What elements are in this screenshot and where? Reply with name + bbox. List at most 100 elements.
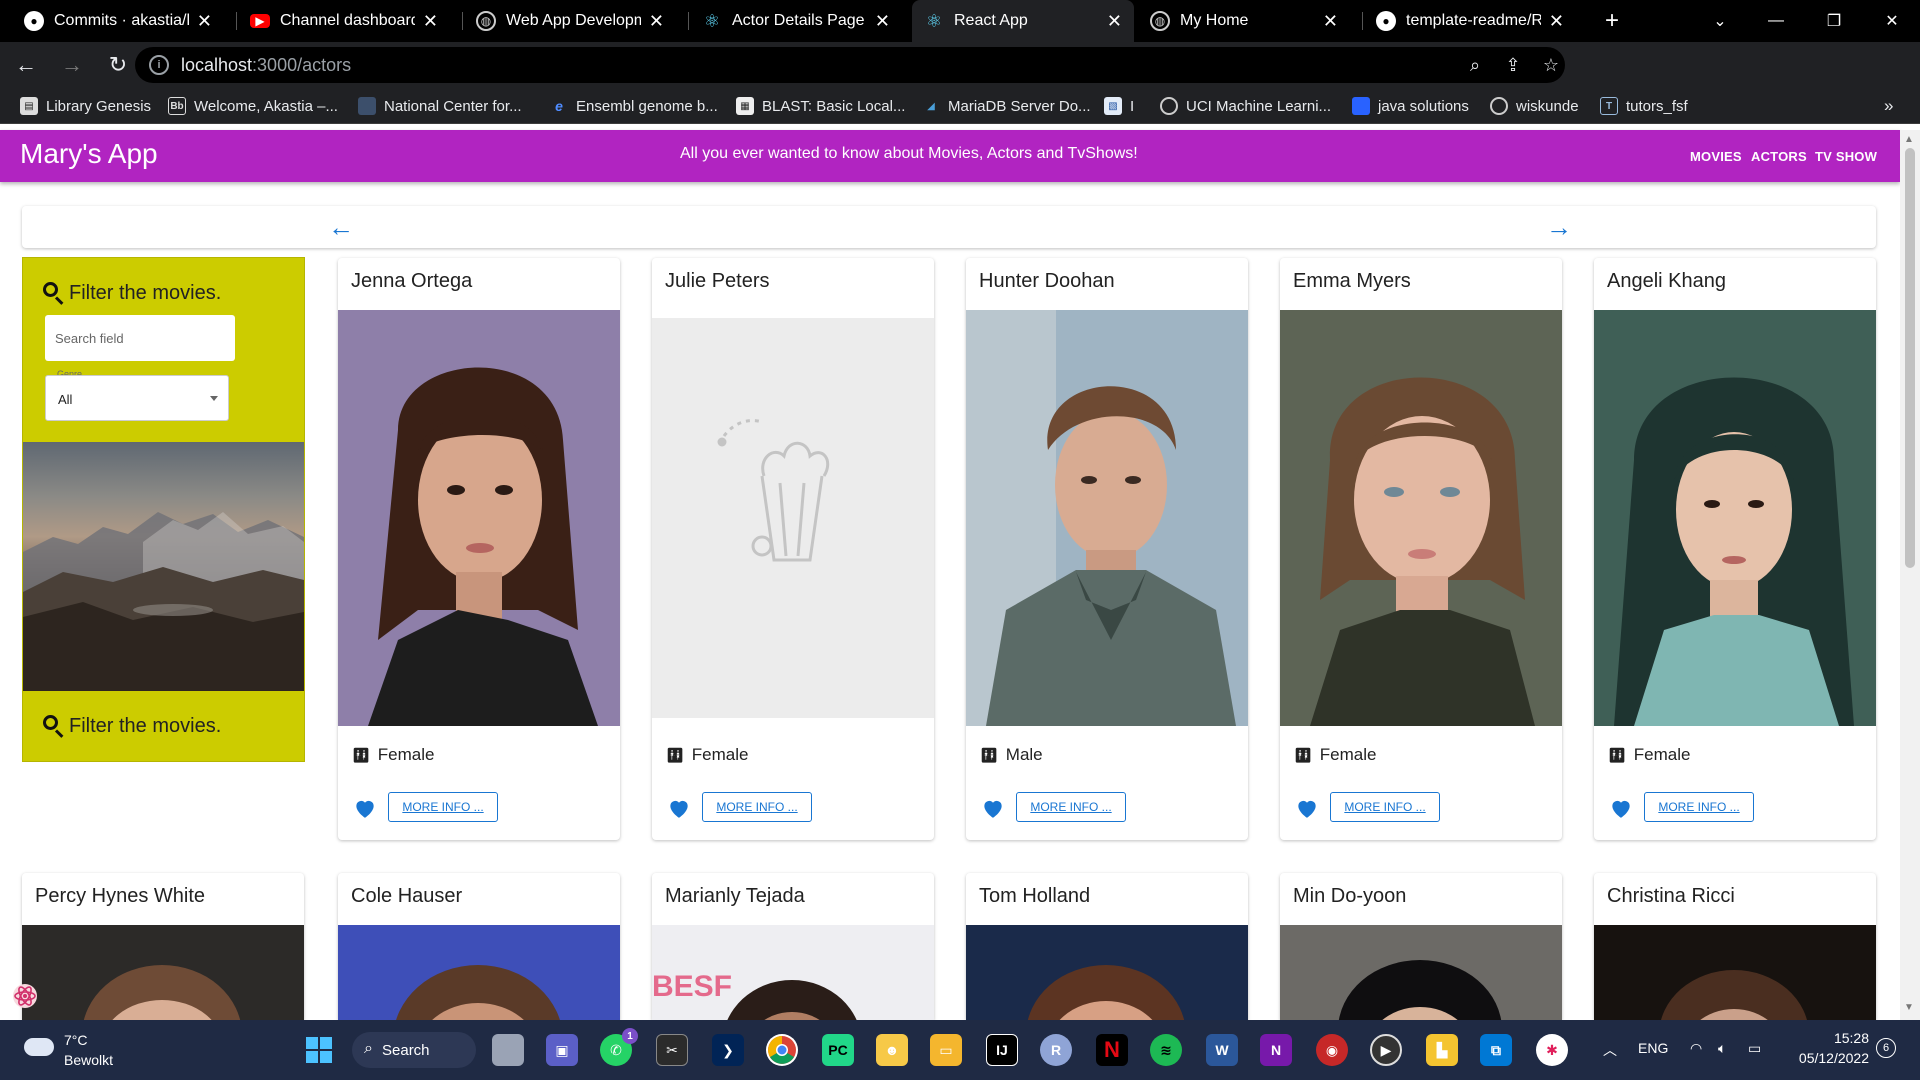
nav-tv-show[interactable]: TV SHOW bbox=[1815, 149, 1877, 164]
tab-my-home[interactable]: ◍ My Home ✕ bbox=[1138, 0, 1350, 42]
spotify-icon[interactable]: ≋ bbox=[1150, 1034, 1182, 1066]
notification-count-badge[interactable]: 6 bbox=[1876, 1038, 1896, 1058]
onenote-icon[interactable]: N bbox=[1260, 1034, 1292, 1066]
nav-actors[interactable]: ACTORS bbox=[1751, 149, 1807, 164]
close-window-button[interactable]: ✕ bbox=[1864, 0, 1920, 42]
bookmark-blast[interactable]: ▦ BLAST: Basic Local... bbox=[736, 88, 905, 124]
page-scrollbar[interactable]: ▲ ▼ bbox=[1900, 130, 1920, 1020]
tab-commits[interactable]: ● Commits · akastia/lab ✕ bbox=[12, 0, 224, 42]
next-page-button[interactable]: → bbox=[1546, 212, 1572, 243]
close-tab-icon[interactable]: ✕ bbox=[197, 11, 212, 32]
bookmark-library-genesis[interactable]: ▤ Library Genesis bbox=[20, 88, 151, 124]
react-devtools-icon[interactable] bbox=[12, 983, 38, 1009]
genre-select[interactable]: All bbox=[45, 375, 229, 421]
reload-button[interactable]: ↻ bbox=[98, 45, 138, 85]
notes-icon[interactable]: ▙ bbox=[1426, 1034, 1458, 1066]
browser-tab-bar: ● Commits · akastia/lab ✕ ▶ Channel dash… bbox=[0, 0, 1920, 42]
file-explorer-icon[interactable]: ▭ bbox=[930, 1034, 962, 1066]
bookmark-welcome-akastia[interactable]: Bb Welcome, Akastia –... bbox=[168, 88, 338, 124]
site-info-icon[interactable]: i bbox=[149, 55, 169, 75]
bookmark-java-solutions[interactable]: java solutions bbox=[1352, 88, 1469, 124]
favorite-heart-icon[interactable] bbox=[980, 795, 1006, 821]
record-icon[interactable]: ◉ bbox=[1316, 1034, 1348, 1066]
tab-actor-details[interactable]: ⚛ Actor Details Page / A ✕ bbox=[690, 0, 902, 42]
close-tab-icon[interactable]: ✕ bbox=[1107, 11, 1122, 32]
bookmark-uci[interactable]: UCI Machine Learni... bbox=[1160, 88, 1331, 124]
battery-icon[interactable]: ▭ bbox=[1748, 1040, 1761, 1057]
task-view-icon[interactable] bbox=[492, 1034, 524, 1066]
rstudio-icon[interactable]: R bbox=[1040, 1034, 1072, 1066]
system-clock[interactable]: 15:28 05/12/2022 bbox=[1795, 1030, 1869, 1066]
snipping-tool-icon[interactable]: ✂ bbox=[656, 1034, 688, 1066]
tab-template-readme[interactable]: ● template-readme/RE ✕ bbox=[1364, 0, 1576, 42]
address-bar[interactable]: i localhost:3000/actors ⌕ ⇪ ☆ bbox=[135, 47, 1565, 83]
favorite-heart-icon[interactable] bbox=[666, 795, 692, 821]
powershell-icon[interactable]: ❯ bbox=[712, 1034, 744, 1066]
pycharm-icon[interactable]: PC bbox=[822, 1034, 854, 1066]
search-input[interactable] bbox=[45, 315, 235, 361]
slack-icon[interactable]: ✱ bbox=[1536, 1034, 1568, 1066]
more-info-button[interactable]: MORE INFO ... bbox=[1644, 792, 1754, 822]
more-info-button[interactable]: MORE INFO ... bbox=[1016, 792, 1126, 822]
bookmarks-overflow-button[interactable]: » bbox=[1884, 88, 1893, 124]
share-icon[interactable]: ⇪ bbox=[1503, 55, 1523, 75]
actor-card: Christina Ricci bbox=[1594, 873, 1876, 1020]
minimize-button[interactable]: — bbox=[1748, 0, 1804, 42]
app-title[interactable]: Mary's App bbox=[20, 138, 158, 170]
language-indicator[interactable]: ENG bbox=[1638, 1040, 1668, 1056]
teams-chat-icon[interactable]: ▣ bbox=[546, 1034, 578, 1066]
intellij-icon[interactable]: IJ bbox=[986, 1034, 1018, 1066]
more-info-button[interactable]: MORE INFO ... bbox=[388, 792, 498, 822]
bookmark-i[interactable]: ▧ I bbox=[1104, 88, 1134, 124]
tab-search-chevron-icon[interactable]: ⌄ bbox=[1692, 0, 1748, 42]
bookmark-ncbi[interactable]: National Center for... bbox=[358, 88, 522, 124]
new-tab-button[interactable]: + bbox=[1584, 0, 1640, 42]
close-tab-icon[interactable]: ✕ bbox=[1323, 11, 1338, 32]
restore-button[interactable]: ❐ bbox=[1806, 0, 1862, 42]
actor-name: Tom Holland bbox=[979, 885, 1091, 907]
close-tab-icon[interactable]: ✕ bbox=[1549, 11, 1564, 32]
netflix-icon[interactable]: N bbox=[1096, 1034, 1128, 1066]
zoom-icon[interactable]: ⌕ bbox=[1465, 55, 1485, 75]
media-player-icon[interactable]: ▶ bbox=[1370, 1034, 1402, 1066]
bookmark-mariadb[interactable]: ◢ MariaDB Server Do... bbox=[922, 88, 1090, 124]
landscape-illustration bbox=[23, 512, 304, 691]
chrome-icon[interactable] bbox=[766, 1034, 798, 1066]
tab-channel-dashboard[interactable]: ▶ Channel dashboard - ✕ bbox=[238, 0, 450, 42]
actor-card: Hunter Doohan 🚻︎ Male MORE INFO ... bbox=[966, 258, 1248, 840]
previous-page-button[interactable]: ← bbox=[328, 212, 354, 243]
forward-button[interactable]: → bbox=[52, 45, 92, 85]
close-tab-icon[interactable]: ✕ bbox=[649, 11, 664, 32]
clock-date: 05/12/2022 bbox=[1798, 1050, 1869, 1066]
bookmark-star-icon[interactable]: ☆ bbox=[1541, 55, 1561, 75]
tray-chevron-icon[interactable]: ︿ bbox=[1603, 1040, 1617, 1060]
wifi-icon[interactable]: ◠ bbox=[1690, 1040, 1702, 1057]
close-tab-icon[interactable]: ✕ bbox=[423, 11, 438, 32]
whatsapp-icon[interactable]: ✆ 1 bbox=[600, 1028, 638, 1066]
actor-name: Emma Myers bbox=[1293, 270, 1411, 292]
scroll-up-icon[interactable]: ▲ bbox=[1904, 134, 1914, 145]
scroll-down-icon[interactable]: ▼ bbox=[1904, 1002, 1914, 1013]
bookmark-tutors-fsf[interactable]: T tutors_fsf bbox=[1600, 88, 1688, 124]
gender-icon: 🚻︎ bbox=[666, 746, 684, 763]
tab-react-app[interactable]: ⚛ React App ✕ bbox=[912, 0, 1134, 42]
tab-web-app-development[interactable]: ◍ Web App Developme ✕ bbox=[464, 0, 676, 42]
bookmark-ensembl[interactable]: e Ensembl genome b... bbox=[550, 88, 718, 124]
bookmark-wiskunde[interactable]: wiskunde bbox=[1490, 88, 1579, 124]
close-tab-icon[interactable]: ✕ bbox=[875, 11, 890, 32]
volume-icon[interactable]: 🔈︎ bbox=[1718, 1040, 1726, 1057]
vscode-icon[interactable]: ⧉ bbox=[1480, 1034, 1512, 1066]
word-icon[interactable]: W bbox=[1206, 1034, 1238, 1066]
app-icon[interactable]: ☻ bbox=[876, 1034, 908, 1066]
back-button[interactable]: ← bbox=[6, 45, 46, 85]
scrollbar-thumb[interactable] bbox=[1905, 148, 1915, 568]
favorite-heart-icon[interactable] bbox=[1608, 795, 1634, 821]
favorite-heart-icon[interactable] bbox=[1294, 795, 1320, 821]
taskbar-search-button[interactable]: ⌕ Search bbox=[352, 1032, 476, 1068]
more-info-button[interactable]: MORE INFO ... bbox=[702, 792, 812, 822]
windows-start-icon[interactable] bbox=[303, 1034, 335, 1066]
actor-card: Percy Hynes White bbox=[22, 873, 304, 1020]
favorite-heart-icon[interactable] bbox=[352, 795, 378, 821]
more-info-button[interactable]: MORE INFO ... bbox=[1330, 792, 1440, 822]
nav-movies[interactable]: MOVIES bbox=[1690, 149, 1742, 164]
